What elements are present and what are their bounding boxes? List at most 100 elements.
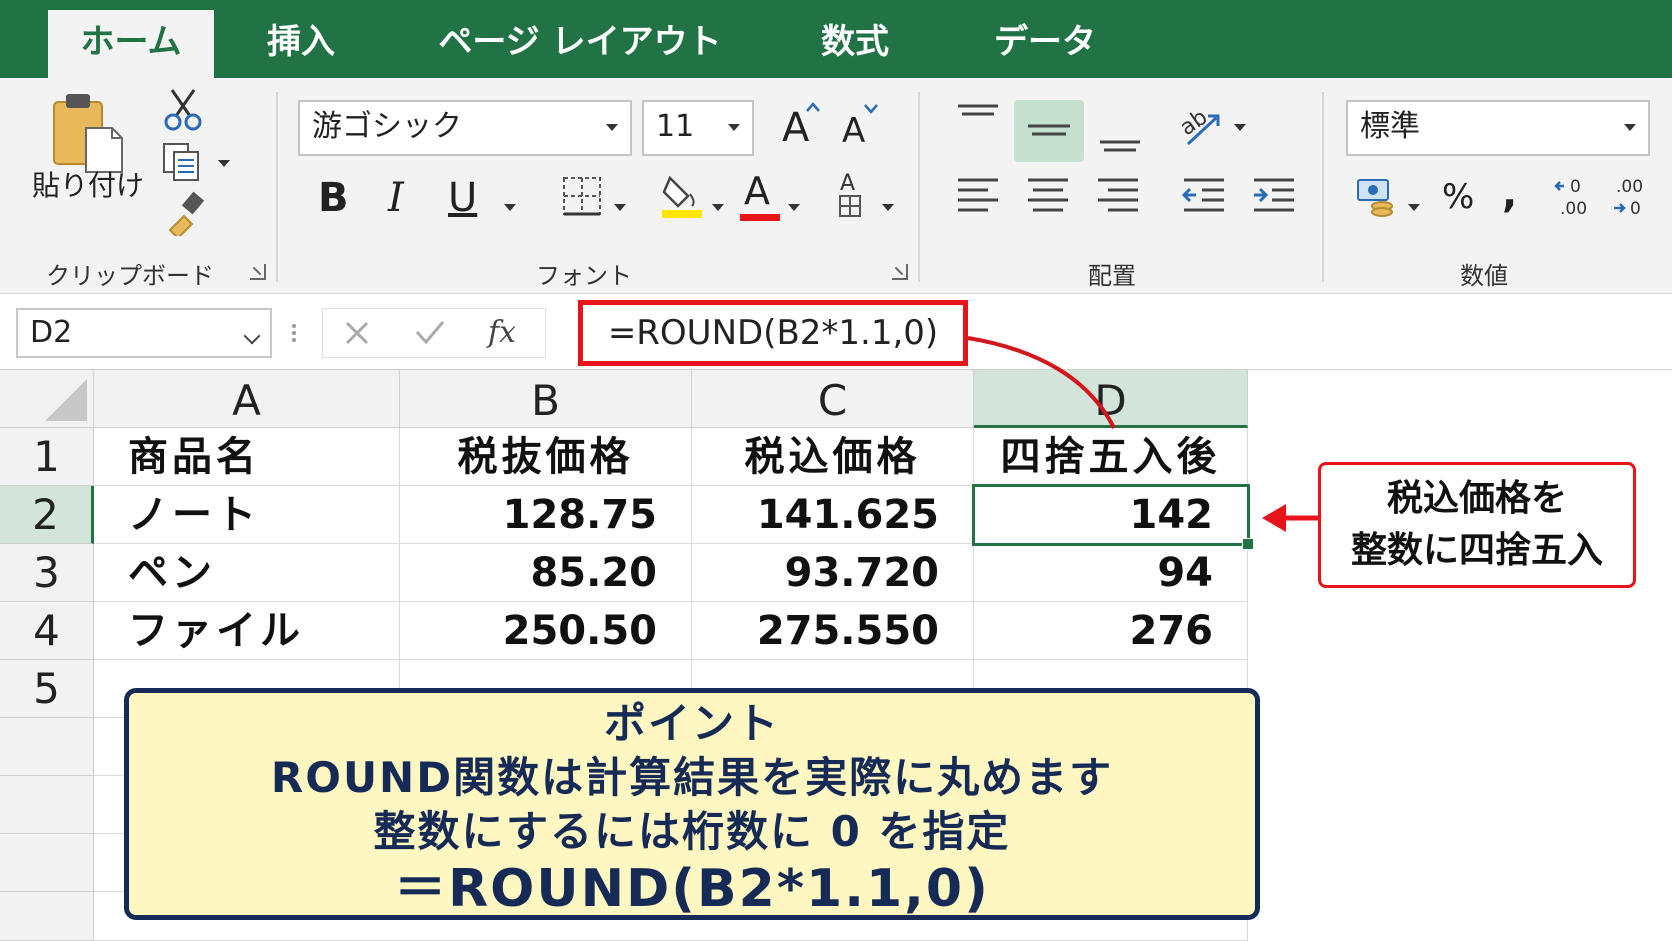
cell-a3[interactable]: ペン — [94, 544, 400, 602]
cell-b3[interactable]: 85.20 — [400, 544, 692, 602]
underline-button[interactable]: U — [448, 178, 477, 218]
cell-c4[interactable]: 275.550 — [692, 602, 974, 660]
row-header-5[interactable]: 5 — [0, 660, 94, 718]
grow-font-button[interactable]: A — [782, 108, 809, 148]
orientation-icon[interactable]: ab — [1176, 102, 1224, 150]
cell-c2[interactable]: 141.625 — [692, 486, 974, 544]
select-all-button[interactable] — [0, 370, 94, 428]
cell-c1[interactable]: 税込価格 — [692, 428, 974, 486]
font-size-select[interactable]: 11 — [642, 100, 754, 156]
copy-button[interactable] — [160, 140, 232, 186]
chevron-down-icon[interactable] — [504, 204, 516, 211]
chevron-down-icon[interactable] — [788, 204, 800, 211]
shrink-font-button[interactable]: A — [842, 114, 865, 148]
tab-insert[interactable]: 挿入 — [236, 10, 366, 78]
clipboard-group-label: クリップボード — [46, 262, 214, 290]
chevron-down-icon[interactable] — [712, 204, 724, 211]
tab-formulas[interactable]: 数式 — [790, 10, 920, 78]
svg-text:.00: .00 — [1560, 199, 1587, 219]
row-header-empty[interactable] — [0, 718, 94, 776]
decrease-indent-icon[interactable] — [1180, 174, 1228, 218]
cancel-icon[interactable] — [344, 320, 370, 346]
align-right-icon[interactable] — [1094, 174, 1142, 218]
bottom-align-icon[interactable] — [1096, 108, 1144, 156]
percent-style-button[interactable]: % — [1442, 180, 1474, 214]
column-header-d[interactable]: D — [974, 370, 1248, 428]
font-group-label: フォント — [536, 262, 632, 290]
row-header-1[interactable]: 1 — [0, 428, 94, 486]
italic-button[interactable]: I — [388, 178, 404, 218]
alignment-group-label: 配置 — [1088, 262, 1136, 290]
cell-a2[interactable]: ノート — [94, 486, 400, 544]
row-header-empty[interactable] — [0, 776, 94, 834]
clipboard-launcher-icon[interactable] — [250, 264, 266, 280]
chevron-down-icon[interactable] — [1234, 124, 1246, 131]
number-format-select[interactable]: 標準 — [1346, 100, 1650, 156]
fill-handle[interactable] — [1242, 538, 1254, 550]
column-header-c[interactable]: C — [692, 370, 974, 428]
comma-style-button[interactable]: , — [1502, 174, 1517, 214]
name-box[interactable]: D2 — [16, 308, 272, 358]
tab-page-layout[interactable]: ページ レイアウト — [430, 10, 730, 78]
drag-handle-icon[interactable] — [290, 318, 298, 348]
chevron-down-icon[interactable] — [1408, 204, 1420, 211]
callout-box: 税込価格を 整数に四捨五入 — [1318, 462, 1636, 588]
ribbon-tab-bar: ホーム 挿入 ページ レイアウト 数式 データ — [0, 0, 1672, 78]
check-icon[interactable] — [414, 318, 446, 346]
chevron-down-icon[interactable] — [882, 204, 894, 211]
fill-color-icon[interactable] — [660, 170, 704, 220]
chevron-down-icon — [218, 160, 230, 167]
phonetic-guide-icon[interactable]: A — [836, 170, 868, 220]
ribbon-separator — [276, 92, 278, 282]
svg-text:0: 0 — [1630, 199, 1641, 219]
middle-align-button[interactable] — [1014, 100, 1084, 162]
ribbon-separator — [1322, 92, 1324, 282]
formula-input[interactable]: =ROUND(B2*1.1,0) — [578, 300, 968, 366]
chevron-down-icon — [728, 124, 740, 131]
cell-b4[interactable]: 250.50 — [400, 602, 692, 660]
row-header-2[interactable]: 2 — [0, 486, 94, 544]
cell-d4[interactable]: 276 — [974, 602, 1248, 660]
insert-function-button[interactable]: fx — [488, 318, 516, 348]
row-header-empty[interactable] — [0, 892, 94, 941]
row-header-4[interactable]: 4 — [0, 602, 94, 660]
cell-a4[interactable]: ファイル — [94, 602, 400, 660]
svg-text:A: A — [840, 171, 855, 196]
number-group-label: 数値 — [1460, 262, 1508, 290]
cell-d3[interactable]: 94 — [974, 544, 1248, 602]
cell-b1[interactable]: 税抜価格 — [400, 428, 692, 486]
cell-a1[interactable]: 商品名 — [94, 428, 400, 486]
cell-d1[interactable]: 四捨五入後 — [974, 428, 1248, 486]
column-header-a[interactable]: A — [94, 370, 400, 428]
name-box-value: D2 — [30, 315, 73, 350]
font-launcher-icon[interactable] — [892, 264, 908, 280]
bold-button[interactable]: B — [318, 178, 349, 218]
align-left-icon[interactable] — [954, 174, 1002, 218]
chevron-down-icon[interactable] — [614, 204, 626, 211]
cell-c3[interactable]: 93.720 — [692, 544, 974, 602]
font-color-button[interactable]: A — [744, 172, 770, 210]
align-center-icon[interactable] — [1024, 174, 1072, 218]
increase-decimal-icon[interactable]: 0 .00 — [1554, 172, 1600, 220]
paste-icon — [53, 94, 123, 173]
borders-icon[interactable] — [560, 174, 604, 218]
font-name-select[interactable]: 游ゴシック — [298, 100, 632, 156]
formula-bar: D2 fx =ROUND(B2*1.1,0) — [0, 294, 1672, 370]
ribbon-separator — [918, 92, 920, 282]
cut-button[interactable] — [160, 86, 208, 132]
tab-home[interactable]: ホーム — [48, 10, 214, 78]
increase-indent-icon[interactable] — [1250, 174, 1298, 218]
scissors-icon — [164, 89, 202, 131]
format-painter-button[interactable] — [164, 190, 210, 240]
accounting-format-icon[interactable] — [1354, 174, 1398, 218]
column-header-b[interactable]: B — [400, 370, 692, 428]
point-note-box: ポイント ROUND関数は計算結果を実際に丸めます 整数にするには桁数に 0 を… — [124, 688, 1260, 920]
decrease-decimal-icon[interactable]: .00 0 — [1608, 172, 1658, 220]
row-header-empty[interactable] — [0, 834, 94, 892]
callout-line-2: 整数に四捨五入 — [1350, 530, 1603, 571]
row-header-3[interactable]: 3 — [0, 544, 94, 602]
top-align-icon[interactable] — [954, 100, 1002, 140]
cell-b2[interactable]: 128.75 — [400, 486, 692, 544]
chevron-down-icon — [1624, 124, 1636, 131]
tab-data[interactable]: データ — [970, 10, 1120, 78]
